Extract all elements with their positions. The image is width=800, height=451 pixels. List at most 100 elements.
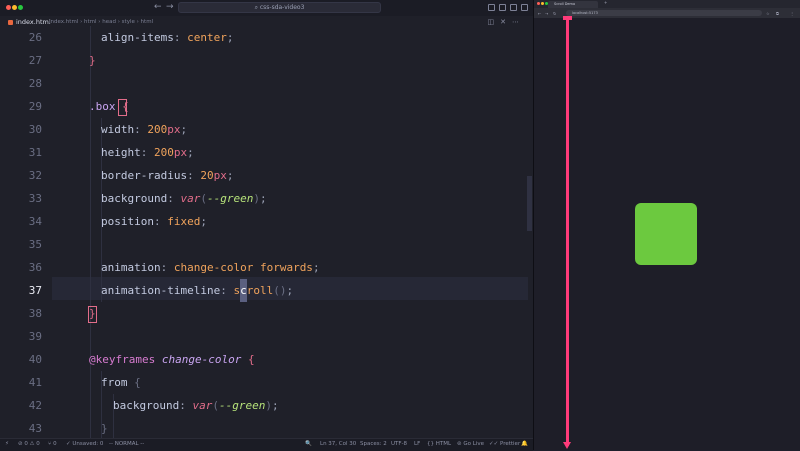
code-line: 40 @keyframes change-color { [0,348,533,371]
line-number: 43 [28,422,42,435]
close-window-icon[interactable] [6,5,11,10]
zoom-icon[interactable]: 🔍 [305,441,312,447]
breadcrumb[interactable]: index.html › html › head › style › html [49,19,153,25]
back-arrow-icon[interactable]: ← [154,2,162,12]
problems-indicator[interactable]: ⊘ 0 ⚠ 0 [18,441,40,447]
language-label: HTML [435,441,452,447]
matching-bracket-highlight [118,99,127,116]
remote-icon[interactable]: ⚡ [5,441,9,447]
line-number: 36 [28,261,42,274]
close-window-icon[interactable] [537,2,540,5]
css-variable: --green [206,192,254,205]
line-number: 41 [28,376,42,389]
minimize-window-icon[interactable] [541,2,544,5]
animated-box [635,203,697,265]
forward-arrow-icon[interactable]: → [166,2,174,12]
bookmark-star-icon[interactable]: ☆ [766,11,770,16]
css-value-part: s [233,284,241,297]
arrow-down-icon [563,442,571,449]
line-ending[interactable]: LF [414,441,420,447]
minimize-window-icon[interactable] [12,5,17,10]
css-property: width [101,123,135,136]
code-line: 27 } [0,49,533,72]
code-line: 41 from { [0,371,533,394]
html-file-icon [8,19,13,25]
title-bar: ← → ⌕ css-sda-video3 [0,0,533,17]
at-rule: @keyframes [89,353,156,366]
tab-label: index.html [16,18,51,26]
notifications-bell-icon[interactable]: 🔔 [521,441,528,447]
code-line: 26 align-items: center; [0,26,533,49]
toggle-sidebar-icon[interactable] [488,4,495,11]
ports-indicator[interactable]: ⑂ 0 [48,441,57,447]
css-unit: px [213,169,227,182]
css-number: 200 [147,123,168,136]
new-tab-icon[interactable]: + [604,0,607,5]
matching-bracket-highlight [88,306,97,323]
toggle-secondary-sidebar-icon[interactable] [510,4,517,11]
code-line: 28 [0,72,533,95]
extensions-icon[interactable]: ⧉ [776,11,779,16]
language-mode[interactable]: {} HTML [427,441,451,447]
css-variable: --green [218,399,266,412]
css-value: change-color forwards [173,261,313,274]
code-line: 42 background: var(--green); [0,394,533,417]
tab-index-html[interactable]: index.html [8,18,51,26]
braces-icon: {} [427,441,436,447]
unsaved-indicator: ✓ Unsaved: 0 [66,441,103,447]
line-number: 40 [28,353,42,366]
editor-scrollbar[interactable] [527,176,532,231]
layout-icon[interactable] [521,4,528,11]
line-number: 34 [28,215,42,228]
status-bar: ⚡ ⊘ 0 ⚠ 0 ⑂ 0 ✓ Unsaved: 0 -- NORMAL -- … [0,438,533,451]
go-live-label: Go Live [463,441,484,447]
code-line: 31 height: 200px; [0,141,533,164]
code-area[interactable]: 26 align-items: center; 27 } 28 29 .box … [0,26,533,438]
go-live-button[interactable]: ⊚ Go Live [457,441,484,447]
close-tab-icon[interactable]: ✕ [500,18,512,26]
text-cursor: c [240,279,247,302]
browser-toolbar: ← → ↻ localhost:5173 ☆ ⧉ ⋮ [534,8,800,18]
page-viewport[interactable] [534,16,800,450]
keyframes-name: change-color [161,353,242,366]
ports-count: 0 [53,441,57,447]
css-property: animation-timeline [101,284,221,297]
browser-tab-strip: Scroll Demo + [534,0,800,8]
code-line: 34 position: fixed; [0,210,533,233]
cursor-position[interactable]: Ln 37, Col 30 [320,441,356,447]
css-property: border-radius [101,169,188,182]
code-line: 43 } [0,417,533,440]
code-line-current: 37 animation-timeline: scroll(); [0,279,533,302]
back-arrow-icon[interactable]: ← [538,11,541,16]
menu-dots-icon[interactable]: ⋮ [790,11,794,16]
scroll-timeline-line [566,18,569,446]
forward-arrow-icon[interactable]: → [545,11,548,16]
search-text: css-sda-video3 [259,4,305,11]
line-number: 37 [28,284,42,297]
line-number: 28 [28,77,42,90]
code-line: 32 border-radius: 20px; [0,164,533,187]
reload-icon[interactable]: ↻ [553,11,556,16]
css-property: height [101,146,141,159]
css-value: fixed [167,215,201,228]
line-number: 29 [28,100,42,113]
split-editor-icon[interactable]: ◫ [488,18,501,26]
css-unit: px [167,123,181,136]
keyframe-selector: from [101,376,128,389]
command-center-search[interactable]: ⌕ css-sda-video3 [178,2,381,13]
toggle-panel-icon[interactable] [499,4,506,11]
line-number: 42 [28,399,42,412]
code-line: 33 background: var(--green); [0,187,533,210]
css-value: center [187,31,227,44]
code-line: 39 [0,325,533,348]
line-number: 35 [28,238,42,251]
maximize-window-icon[interactable] [18,5,23,10]
code-line: 35 [0,233,533,256]
indentation[interactable]: Spaces: 2 [360,441,387,447]
prettier-status[interactable]: ✓✓ Prettier [489,441,520,447]
encoding[interactable]: UTF-8 [391,441,407,447]
more-actions-icon[interactable]: ⋯ [512,18,525,26]
css-function: var [192,399,213,412]
browser-tab[interactable]: Scroll Demo [548,1,598,8]
address-bar[interactable]: localhost:5173 [566,10,762,16]
